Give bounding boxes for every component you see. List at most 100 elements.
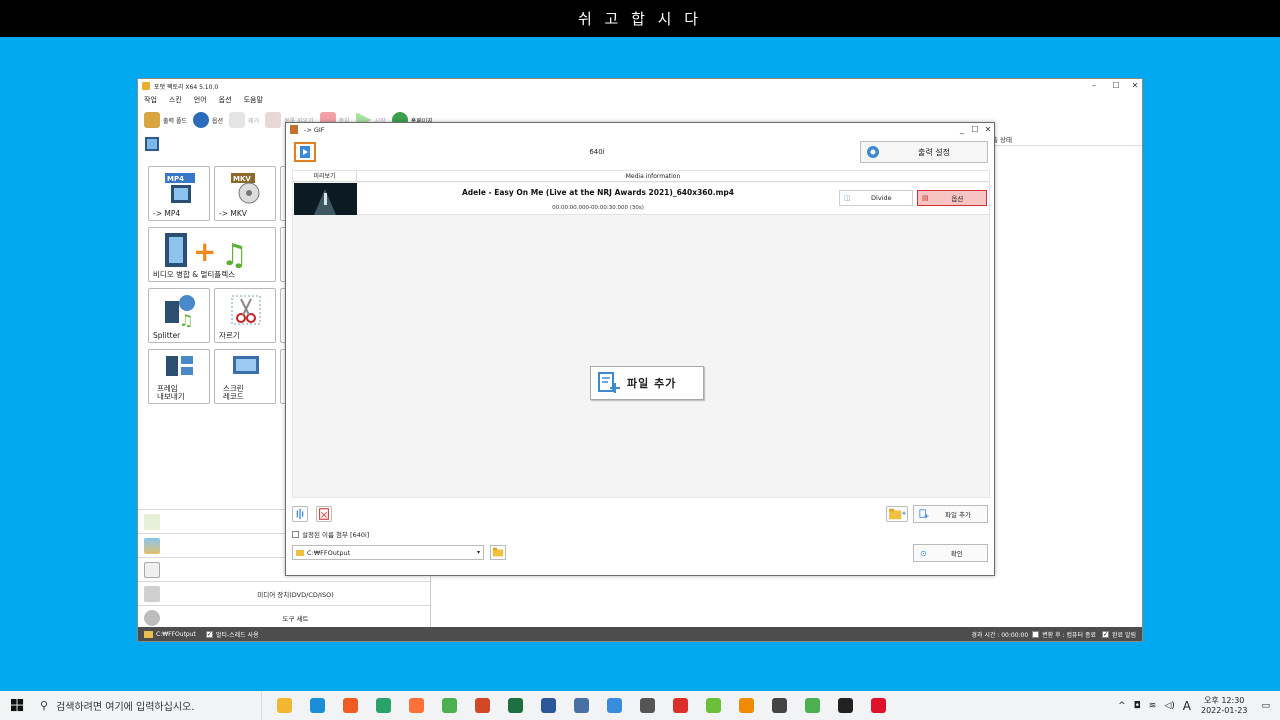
taskbar-app-edge-dev[interactable] [371,694,395,718]
output-format-label: 640i [589,148,605,156]
top-banner: 쉬 고 합 시 다 [0,0,1280,37]
output-settings-button[interactable]: 출력 설정 [860,141,988,163]
menu-help[interactable]: 도움말 [238,94,269,106]
screen-record-icon [233,356,259,374]
taskbar-app-word[interactable] [536,694,560,718]
taskbar-app-brave[interactable] [338,694,362,718]
tile-to-mp4[interactable]: MP4 -> MP4 [148,166,210,221]
tile-frame-export[interactable]: 프레임 내보내기 [148,349,210,404]
audio-wave-icon [296,508,304,520]
taskbar-app-powerpoint[interactable] [470,694,494,718]
powerpoint-icon [474,698,490,713]
output-path-select[interactable]: C:₩FFOutput ▾ [292,545,484,560]
notification-icon[interactable]: ▭ [1261,701,1270,711]
taskbar-app-android-app[interactable] [701,694,725,718]
notify-checkbox[interactable] [1102,630,1109,638]
status-output-path[interactable]: C:₩FFOutput [156,631,196,638]
file-duration: 00:00:00.000-00:00:30.000 (30s) [552,205,644,211]
taskbar-app-vlc[interactable] [734,694,758,718]
calculator-app-icon [573,698,589,713]
start-button[interactable] [0,691,34,720]
taskbar-app-sticky[interactable] [833,694,857,718]
dialog-maximize-button[interactable]: ☐ [969,123,981,137]
window-title: 포맷 팩토리 X64 5.10.0 [154,83,219,91]
chevron-up-icon[interactable]: ^ [1118,701,1126,711]
tile-splitter[interactable]: ♫ Splitter [148,288,210,343]
file-explorer-icon [276,698,292,713]
excel-icon [507,698,523,713]
dialog-minimize-button[interactable]: _ [956,123,968,137]
remove-file-button[interactable] [316,506,332,522]
add-folder-button[interactable] [886,506,908,522]
firefox-icon [408,698,424,713]
remove-button[interactable]: 제거 [229,112,259,128]
file-list-header: 미리보기 Media information [293,171,989,182]
tile-to-mkv[interactable]: MKV -> MKV [214,166,276,221]
edge-dev-icon [375,698,391,713]
taskbar-app-chrome[interactable] [437,694,461,718]
options-button[interactable]: 옵션 [193,112,223,128]
taskbar-app-remote-desktop[interactable] [602,694,626,718]
sidebar-media-device[interactable]: 미디어 장치(DVD/CD/ISO) [138,581,431,605]
add-file-button-large[interactable]: 파일 추가 [590,366,704,400]
tile-crop[interactable]: 자르기 [214,288,276,343]
attach-name-checkbox[interactable] [292,530,299,538]
taskbar-app-se-app[interactable] [668,694,692,718]
ok-button[interactable]: ⊙ 확인 [913,544,988,562]
attach-name-option[interactable]: 설정된 이름 첨부 [640i] [292,529,369,539]
divide-icon: ◫ [844,194,851,202]
multithread-checkbox[interactable] [205,630,213,638]
taskbar-app-calculator[interactable] [767,694,791,718]
network-icon[interactable]: ≋ [1149,701,1157,711]
menu-skin[interactable]: 스킨 [163,94,188,106]
output-folder-button[interactable]: 출력 폴드 [144,112,187,128]
after-convert-checkbox[interactable] [1032,630,1040,638]
word-icon [540,698,556,713]
mkv-icon: MKV [231,173,260,204]
taskbar-app-search-app[interactable] [635,694,659,718]
volume-icon[interactable]: ◁) [1164,701,1174,711]
audio-adjust-button[interactable] [292,506,308,522]
tile-screen-record[interactable]: 스크린 레코드 [214,349,276,404]
file-list: 미리보기 Media information Adele - Easy On M… [292,170,990,498]
se-app-icon [672,698,688,713]
taskbar-app-opera[interactable] [866,694,890,718]
taskbar-app-file-explorer[interactable] [272,694,296,718]
file-name: Adele - Easy On Me (Live at the NRJ Awar… [462,188,734,197]
tile-merge-mux[interactable]: + ♫ 비디오 병합 & 멀티플렉스 [148,227,276,282]
ime-indicator[interactable]: A [1183,699,1191,713]
menu-options[interactable]: 옵션 [213,94,238,106]
maximize-button[interactable]: ☐ [1106,79,1126,93]
meet-icon[interactable]: ◘ [1134,701,1141,711]
taskbar-app-chrome-alt[interactable] [800,694,824,718]
brave-icon [342,698,358,713]
multithread-label: 멀티-스레드 사용 [215,631,259,639]
file-options-button[interactable]: ▤ 옵션 [917,190,987,206]
add-file-button-small[interactable]: 파일 추가 [913,505,988,523]
minimize-button[interactable]: – [1084,79,1104,93]
divide-button[interactable]: ◫ Divide [839,190,913,206]
menu-language[interactable]: 언어 [188,94,213,106]
taskbar: ⚲ 검색하려면 여기에 입력하십시오. ^ ◘ ≋ ◁) A 오후 12:30 … [0,691,1280,720]
dialog-close-button[interactable]: ✕ [982,123,994,137]
browse-folder-button[interactable] [490,545,506,560]
clock[interactable]: 오후 12:30 2022-01-23 [1201,696,1248,716]
video-category-icon[interactable] [144,136,160,152]
search-placeholder: 검색하려면 여기에 입력하십시오. [56,702,195,713]
close-button[interactable]: ✕ [1125,79,1145,93]
taskbar-app-edge[interactable] [305,694,329,718]
calculator-icon [771,698,787,713]
taskbar-search[interactable]: ⚲ 검색하려면 여기에 입력하십시오. [34,691,262,720]
windows-icon [10,699,23,712]
dialog-title: -> GIF [304,125,325,134]
dialog-titlebar: -> GIF [286,123,994,136]
taskbar-app-excel[interactable] [503,694,527,718]
dialog-header: 640i 출력 설정 [292,139,990,167]
menu-task[interactable]: 작업 [138,94,163,106]
taskbar-app-calculator-app[interactable] [569,694,593,718]
edge-icon [309,698,325,713]
file-row[interactable]: Adele - Easy On Me (Live at the NRJ Awar… [293,183,989,215]
sidebar-toolset[interactable]: 도구 세트 [138,605,431,629]
gear-icon [867,146,879,158]
taskbar-app-firefox[interactable] [404,694,428,718]
